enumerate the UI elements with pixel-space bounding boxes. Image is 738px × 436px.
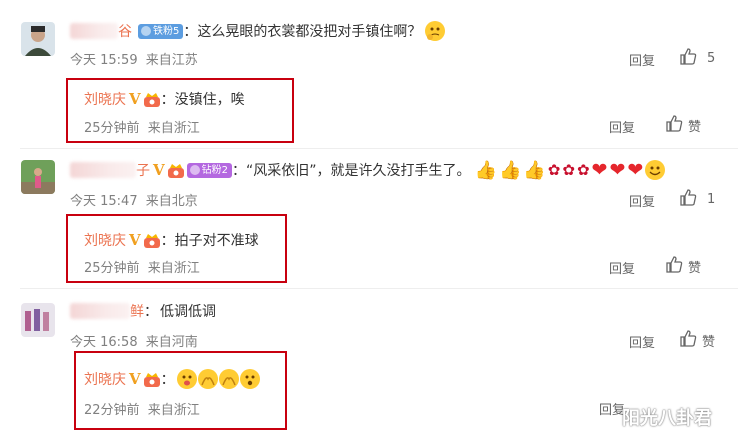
surprised-emoji-icon — [239, 369, 260, 389]
comment-separator: ： — [183, 24, 198, 40]
like-count: 1 — [707, 191, 716, 207]
thumbs-up-icon: 👍 — [474, 159, 497, 181]
comment-text: “风采依旧”，就是许久没打手生了。 — [246, 163, 471, 179]
comment-time: 今天 16:58 — [70, 335, 138, 350]
reply-location: 来自浙江 — [147, 403, 200, 418]
verified-icon: V — [129, 231, 141, 249]
username-blurred — [70, 23, 118, 39]
reply-username[interactable]: 刘晓庆 — [84, 230, 126, 250]
comment-location: 来自江苏 — [145, 53, 198, 68]
reply-time: 25分钟前 — [84, 121, 140, 136]
fan-badge: 钻粉2 — [186, 162, 233, 178]
reply-time: 25分钟前 — [84, 261, 140, 276]
highlighted-reply — [74, 351, 287, 430]
smile-emoji-icon — [645, 160, 666, 180]
reply-separator: ： — [160, 92, 175, 108]
like-icon[interactable] — [679, 329, 697, 351]
comment-separator: ： — [144, 304, 158, 320]
crown-badge-icon — [143, 233, 161, 248]
username-blurred — [70, 162, 136, 178]
comment-location: 来自北京 — [145, 194, 198, 209]
thumbs-up-icon: 👍 — [523, 159, 546, 181]
watermark: 阳光八卦君 — [622, 408, 712, 429]
comment-username[interactable]: 谷 — [118, 21, 132, 41]
hands-emoji-icon — [197, 369, 218, 389]
comment-time: 今天 15:47 — [70, 194, 138, 209]
reply-location: 来自浙江 — [147, 121, 200, 136]
reply-username[interactable]: 刘晓庆 — [84, 89, 126, 109]
reply-button[interactable]: 回复 — [629, 332, 655, 351]
verified-icon: V — [129, 90, 141, 108]
reply-username[interactable]: 刘晓庆 — [84, 369, 126, 389]
avatar[interactable] — [21, 160, 55, 194]
reply-button[interactable]: 回复 — [629, 50, 655, 69]
reply-text: 拍子对不准球 — [174, 233, 259, 249]
reply-button[interactable]: 回复 — [609, 117, 635, 136]
heart-icon: ❤ — [609, 159, 626, 181]
like-label[interactable]: 赞 — [688, 257, 701, 276]
heart-icon: ❤ — [627, 159, 644, 181]
rose-icon: ✿ — [576, 161, 590, 179]
comment-username[interactable]: 子 — [136, 160, 150, 180]
like-icon[interactable] — [665, 114, 683, 136]
divider — [20, 148, 738, 149]
like-label[interactable]: 赞 — [702, 331, 715, 350]
crown-badge-icon — [143, 92, 161, 107]
thumbs-up-icon: 👍 — [498, 159, 522, 181]
reply-text: 没镇住，唉 — [174, 92, 245, 108]
divider — [20, 288, 738, 289]
fan-badge-icon — [189, 164, 200, 175]
verified-icon: V — [129, 370, 141, 388]
username-blurred — [70, 303, 130, 319]
comment-text: 这么晃眼的衣裳都没把对手镇住啊？ — [197, 24, 422, 40]
like-label[interactable]: 赞 — [688, 116, 701, 135]
hands-emoji-icon — [218, 369, 239, 389]
reply-separator: ： — [160, 372, 175, 388]
heart-icon: ❤ — [591, 159, 608, 181]
verified-icon: V — [153, 161, 165, 179]
comment-text: 低调低调 — [160, 304, 216, 320]
like-icon[interactable] — [679, 188, 697, 210]
like-count: 5 — [707, 50, 716, 66]
tongue-emoji-icon — [176, 369, 197, 389]
crown-badge-icon — [167, 163, 185, 178]
comment-time: 今天 15:59 — [70, 53, 138, 68]
fan-badge-icon — [141, 25, 151, 36]
crown-badge-icon — [143, 372, 161, 387]
reply-button[interactable]: 回复 — [609, 258, 635, 277]
reply-time: 22分钟前 — [84, 403, 140, 418]
like-icon[interactable] — [679, 47, 697, 69]
avatar[interactable] — [21, 303, 55, 337]
rose-icon: ✿ — [562, 161, 575, 179]
like-icon[interactable] — [665, 255, 683, 277]
fan-badge: 铁粉5 — [138, 23, 184, 39]
reply-separator: ： — [160, 233, 175, 249]
comment-location: 来自河南 — [145, 335, 198, 350]
comment-username[interactable]: 鲜 — [130, 301, 144, 321]
rose-icon: ✿ — [547, 161, 561, 179]
comment-separator: ： — [232, 163, 247, 179]
thinking-emoji-icon — [425, 21, 446, 41]
reply-location: 来自浙江 — [147, 261, 200, 276]
avatar[interactable] — [21, 22, 55, 56]
reply-button[interactable]: 回复 — [629, 191, 655, 210]
